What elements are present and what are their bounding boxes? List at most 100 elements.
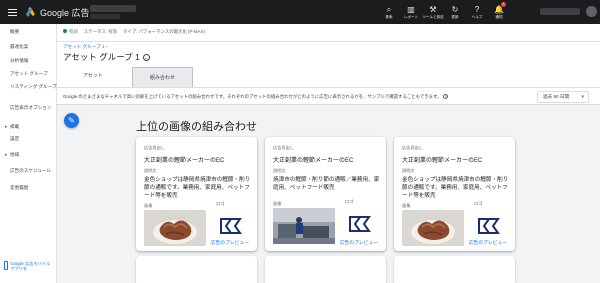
- card-logo: [218, 216, 243, 236]
- page-title: アセット グループ 1 ⌄: [63, 51, 150, 63]
- combination-card: 広告見出し 大正創業の鰹節メーカーのEC 説明文 金色ショップは静岡県焼津市の鰹節・削…: [394, 137, 515, 251]
- mobile-app-banner[interactable]: Google 広告モバイルアプリを: [4, 261, 54, 277]
- account-name: [90, 5, 136, 12]
- reports-icon: ▥: [407, 4, 415, 14]
- account-id: [90, 14, 120, 19]
- tab-assets[interactable]: アセット: [66, 67, 120, 84]
- chevron-down-icon: ▾: [581, 94, 584, 100]
- sidebar-item-label: 概要: [10, 29, 20, 34]
- edit-fab-button[interactable]: ✎: [64, 113, 79, 128]
- card-headline: 大正創業の鰹節メーカーのEC: [402, 158, 483, 164]
- logo-label: ロゴ: [345, 199, 354, 204]
- caret-right-icon: ▸: [5, 124, 8, 129]
- brand-logo-image: [349, 216, 371, 232]
- sidebar-item[interactable]: リスティング グループ: [10, 84, 57, 90]
- card-logo: [476, 216, 501, 236]
- headline-label: 広告見出し: [273, 145, 294, 150]
- hamburger-menu-icon[interactable]: [0, 0, 24, 24]
- sidebar-item[interactable]: アセット グループ: [10, 71, 48, 77]
- ad-preview-link[interactable]: 広告のプレビュー: [469, 239, 507, 246]
- ad-preview-link[interactable]: 広告のプレビュー: [211, 239, 249, 246]
- search-label: 検索: [385, 14, 393, 19]
- help-button[interactable]: ? ヘルプ: [466, 0, 488, 24]
- tab-combinations[interactable]: 組み合わせ: [131, 67, 193, 87]
- logo-label: ロゴ: [474, 201, 483, 206]
- notification-badge: 1: [501, 2, 506, 7]
- description-label: 説明文: [402, 168, 415, 173]
- sidebar-item-label: 設定: [10, 136, 20, 141]
- help-icon: ?: [474, 4, 480, 14]
- card-next-row: [136, 256, 257, 283]
- sidebar-item[interactable]: ▸ 地域: [5, 152, 19, 158]
- date-range-select[interactable]: 過去 90 日間 ▾: [537, 91, 589, 103]
- sidebar-item[interactable]: 分析情報: [10, 58, 28, 64]
- card-image: [273, 208, 335, 244]
- card-next-row: [265, 256, 386, 283]
- combination-card: 広告見出し大正創業の鰹節メーカーのEC 説明文金色ショップは静岡県焼津市の鰹節・削…: [136, 137, 257, 251]
- card-description: 金色ショップは静岡県焼津市の鰹節・削り節の通販です。業務用、家庭用、ペットフード…: [402, 177, 509, 199]
- sidebar-item-label: 広告表示オプション: [10, 105, 52, 110]
- help-icon[interactable]: ?: [443, 94, 449, 100]
- sidebar-item-label: 掲載: [10, 124, 20, 129]
- avatar[interactable]: [586, 6, 597, 17]
- card-headline: 大正創業の鰹節メーカーのEC: [144, 158, 225, 164]
- page-header: 有効 ステータス: 有効 タイプ: パフォーマンスの最大化 (P-MAX) アセ…: [57, 24, 600, 87]
- search-icon: ⌕: [386, 4, 392, 14]
- caret-right-icon: ▸: [5, 152, 8, 157]
- dropdown-circle-icon[interactable]: ⌄: [142, 53, 150, 61]
- combination-card: 広告見出し 大正創業の鰹節メーカーのEC 説明文 焼津市の鰹節・削り節の通販／業務用、…: [265, 137, 386, 251]
- info-text: Google のさまざまなチャネルで高い効果を上げているアセットの組み合わせです…: [63, 94, 449, 100]
- notifications-button[interactable]: 🔔 通知 1: [488, 0, 510, 24]
- sidebar-item[interactable]: ▸ 掲載: [5, 124, 20, 130]
- page-title-text: アセット グループ 1: [63, 52, 140, 62]
- phone-icon: [4, 261, 9, 270]
- card-next-row: [394, 256, 515, 283]
- sidebar-item-label: リスティング グループ: [10, 84, 57, 89]
- tools-button[interactable]: ⚒ ツールと設定: [422, 0, 444, 24]
- sidebar-item[interactable]: 最適化案: [10, 44, 28, 50]
- sidebar-item[interactable]: 概要: [10, 29, 19, 35]
- breadcrumb[interactable]: アセット グループ 1 ›: [63, 44, 107, 50]
- section-title: 上位の画像の組み合わせ: [136, 121, 257, 133]
- refresh-button[interactable]: ↻ 更新: [444, 0, 466, 24]
- sidebar-item[interactable]: 設定: [10, 136, 19, 142]
- card-description: 金色ショップは静岡県焼津市の鰹節・削り節の通販です。業務用、家庭用、ペットフード…: [144, 177, 251, 199]
- sidebar-item-label: アセット グループ: [10, 71, 48, 76]
- divider: [57, 41, 600, 42]
- refresh-icon: ↻: [451, 4, 459, 14]
- reports-button[interactable]: ▥ レポート: [400, 0, 422, 24]
- mobile-app-text: Google 広告モバイルアプリを: [10, 261, 51, 271]
- app-title: Google 広告: [40, 7, 90, 18]
- ad-preview-link[interactable]: 広告のプレビュー: [340, 239, 378, 246]
- bonito-flakes-image: [144, 210, 206, 246]
- enabled-status[interactable]: 有効: [63, 29, 78, 35]
- tab-bar: アセット 組み合わせ: [57, 67, 193, 87]
- headline-label: 広告見出し: [144, 145, 165, 150]
- status-dot-icon: [63, 29, 67, 33]
- reports-label: レポート: [403, 14, 419, 19]
- bonito-flakes-image: [402, 210, 464, 246]
- google-ads-logo[interactable]: Google 広告: [26, 6, 90, 19]
- card-image: [402, 210, 464, 246]
- refresh-label: 更新: [451, 14, 459, 19]
- top-bar: Google 広告 ⌕ 検索 ▥ レポート ⚒ ツールと設定 ↻ 更新? ヘルプ 🔔 通知 1: [0, 0, 600, 24]
- search-button[interactable]: ⌕ 検索: [378, 0, 400, 24]
- logo-label: ロゴ: [216, 201, 225, 206]
- card-image: [144, 210, 206, 246]
- status-label: ステータス: 有効: [83, 29, 117, 34]
- sidebar-item-label: 最適化案: [10, 44, 29, 49]
- info-strip: Google のさまざまなチャネルで高い効果を上げているアセットの組み合わせです…: [57, 87, 600, 105]
- sidebar-item[interactable]: 広告のスケジュール: [10, 168, 51, 174]
- sidebar-item[interactable]: 変更履歴: [10, 185, 28, 191]
- help-label: ヘルプ: [471, 14, 483, 19]
- sidebar-item[interactable]: 広告表示オプション: [10, 105, 51, 111]
- toolbar: ⌕ 検索 ▥ レポート ⚒ ツールと設定 ↻ 更新? ヘルプ 🔔 通知 1: [378, 0, 510, 24]
- brand-logo-image: [478, 218, 500, 234]
- description-label: 説明文: [144, 168, 157, 173]
- image-label: 画像: [273, 201, 282, 206]
- image-label: 画像: [144, 203, 153, 208]
- image-label: 画像: [402, 203, 411, 208]
- user-email: [540, 8, 580, 15]
- sidebar-item-label: 分析情報: [10, 58, 29, 63]
- pencil-icon: ✎: [68, 116, 75, 125]
